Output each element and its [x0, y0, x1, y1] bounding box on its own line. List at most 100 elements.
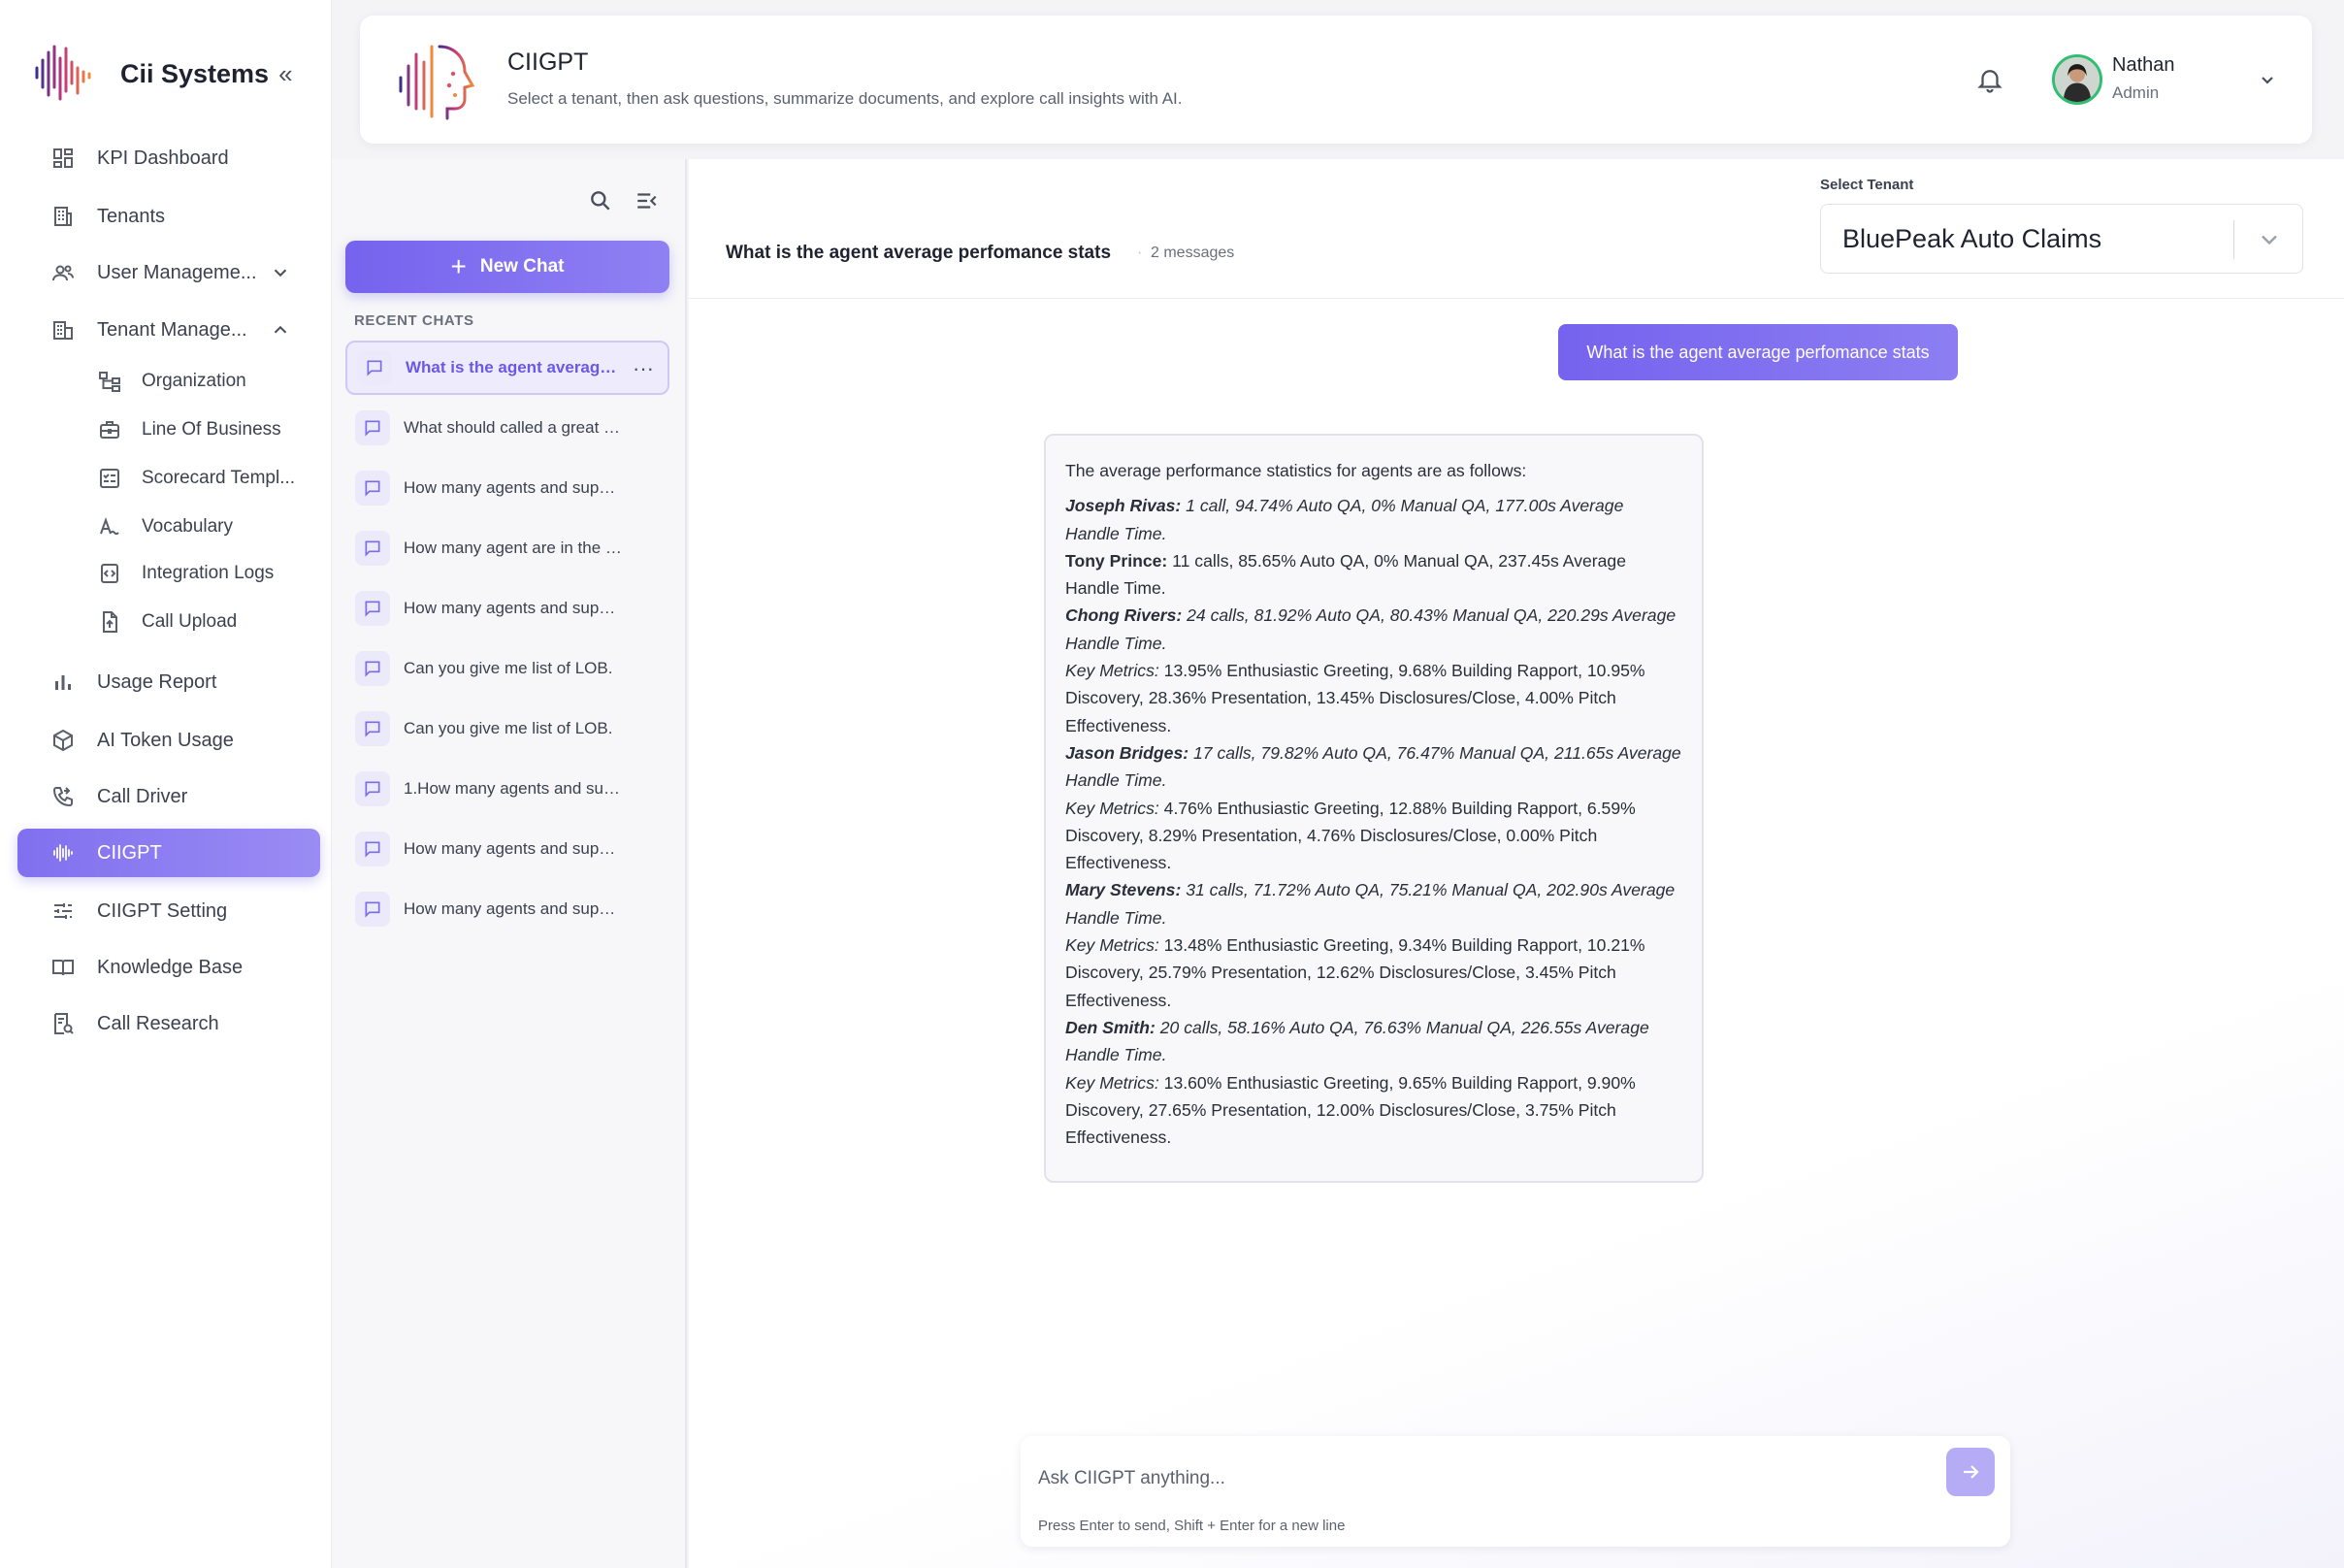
metrics-label: Key Metrics: — [1065, 798, 1159, 818]
agent-stats-line: Mary Stevens: 31 calls, 71.72% Auto QA, … — [1065, 876, 1682, 931]
scorecard-icon — [97, 466, 122, 491]
user-message-bubble: What is the agent average perfomance sta… — [1558, 324, 1958, 380]
cube-icon — [50, 728, 76, 753]
org-chart-icon — [97, 369, 122, 394]
nav-item-tenant-management[interactable]: Tenant Manage... — [17, 306, 320, 354]
nav-item-ai-token-usage[interactable]: AI Token Usage — [17, 716, 320, 765]
chat-bubble-icon — [355, 771, 390, 806]
nav-subitem-line-of-business[interactable]: Line Of Business — [17, 408, 320, 451]
conversation-area: What is the agent average perfomance sta… — [689, 159, 2344, 1568]
collapse-panel-icon[interactable] — [635, 188, 660, 213]
chevron-down-icon[interactable] — [270, 262, 291, 283]
chat-item[interactable]: How many agents and supervisors — [345, 581, 669, 636]
message-count: 2 messages — [1151, 245, 1235, 261]
chevron-down-icon[interactable] — [2256, 226, 2283, 253]
chat-title: What is the agent average perfomance sta… — [406, 358, 625, 376]
users-icon — [50, 260, 76, 285]
agent-name: Joseph Rivas: — [1065, 496, 1182, 516]
nav-item-usage-report[interactable]: Usage Report — [17, 658, 320, 706]
nav-item-call-research[interactable]: Call Research — [17, 999, 320, 1048]
nav-label: Call Research — [97, 1012, 219, 1034]
nav-item-kpi-dashboard[interactable]: KPI Dashboard — [17, 134, 320, 182]
page-subtitle: Select a tenant, then ask questions, sum… — [507, 89, 1183, 108]
chat-title: Can you give me list of LOB. — [404, 659, 613, 677]
chat-bubble-icon — [355, 711, 390, 746]
user-name: Nathan — [2112, 54, 2175, 76]
nav-label: CIIGPT Setting — [97, 899, 228, 922]
chat-bubble-icon — [357, 350, 392, 385]
chat-history-panel: + New Chat RECENT CHATS What is the agen… — [332, 159, 687, 1568]
conversation-header: What is the agent average perfomance sta… — [689, 159, 2344, 299]
arrow-right-icon — [1964, 1465, 1979, 1479]
tenant-select[interactable]: BluePeak Auto Claims — [1820, 204, 2303, 274]
metrics-label: Key Metrics: — [1065, 935, 1159, 956]
nav-label: Knowledge Base — [97, 956, 244, 978]
chat-bubble-icon — [355, 832, 390, 866]
tenant-icon — [50, 317, 76, 343]
chat-bubble-icon — [355, 531, 390, 566]
brand-name: Cii Systems — [120, 58, 270, 88]
nav-subitem-vocabulary[interactable]: Vocabulary — [17, 506, 320, 548]
message-input[interactable] — [1038, 1459, 1911, 1498]
nav-subitem-scorecard-template[interactable]: Scorecard Templ... — [17, 457, 320, 500]
chat-item[interactable]: Can you give me list of LOB. — [345, 702, 669, 756]
send-button[interactable] — [1946, 1448, 1995, 1496]
agent-metrics-line: Key Metrics: 13.95% Enthusiastic Greetin… — [1065, 657, 1682, 739]
agent-stats-line: Chong Rivers: 24 calls, 81.92% Auto QA, … — [1065, 602, 1682, 657]
nav-subitem-call-upload[interactable]: Call Upload — [17, 601, 320, 643]
nav-label: User Manageme... — [97, 261, 257, 283]
research-icon — [50, 1011, 76, 1036]
nav-item-ciigpt-setting[interactable]: CIIGPT Setting — [17, 887, 320, 935]
code-log-icon — [97, 561, 122, 586]
agent-metrics-line: Key Metrics: 13.60% Enthusiastic Greetin… — [1065, 1069, 1682, 1152]
vocabulary-icon — [97, 514, 122, 539]
building-icon — [50, 204, 76, 229]
nav-item-call-driver[interactable]: Call Driver — [17, 772, 320, 821]
chat-title: How many agents and supervisors — [404, 478, 623, 497]
nav-label: Usage Report — [97, 670, 217, 693]
nav-item-ciigpt[interactable]: CIIGPT — [17, 829, 320, 877]
chat-title: Can you give me list of LOB. — [404, 719, 613, 737]
chat-item[interactable]: How many agent are in the tenant — [345, 521, 669, 575]
bar-chart-icon — [50, 670, 76, 695]
phone-icon — [50, 784, 76, 809]
nav-label: Integration Logs — [142, 563, 275, 583]
chat-item[interactable]: How many agents and supervisors — [345, 461, 669, 515]
more-options-icon[interactable]: ··· — [633, 356, 654, 381]
chat-title: How many agents and supervisors — [404, 899, 623, 918]
chat-item[interactable]: How many agents and supervisors — [345, 822, 669, 876]
conversation-title: What is the agent average perfomance sta… — [726, 243, 1112, 263]
nav-item-user-management[interactable]: User Manageme... — [17, 248, 320, 297]
separator-dot: · — [1137, 245, 1143, 261]
nav-item-knowledge-base[interactable]: Knowledge Base — [17, 943, 320, 992]
nav-label: AI Token Usage — [97, 729, 234, 751]
nav-label: Tenants — [97, 205, 166, 227]
chat-item[interactable]: Can you give me list of LOB. — [345, 641, 669, 696]
user-menu-chevron-down-icon[interactable] — [2256, 68, 2279, 91]
agent-name: Chong Rivers: — [1065, 605, 1183, 626]
notification-bell-icon[interactable] — [1975, 64, 2004, 95]
chat-bubble-icon — [355, 651, 390, 686]
nav-subitem-integration-logs[interactable]: Integration Logs — [17, 552, 320, 595]
nav-label: Call Driver — [97, 785, 188, 807]
agent-name: Mary Stevens: — [1065, 880, 1182, 900]
search-chats-icon[interactable] — [588, 188, 613, 213]
chat-item[interactable]: What should called a great call — [345, 401, 669, 455]
dashboard-icon — [50, 146, 76, 171]
chat-title: How many agents and supervisors — [404, 599, 623, 617]
chat-item[interactable]: What is the agent average perfomance sta… — [345, 341, 669, 395]
tenant-select-label: Select Tenant — [1820, 177, 1914, 193]
nav-item-tenants[interactable]: Tenants — [17, 192, 320, 241]
chevron-up-icon[interactable] — [270, 319, 291, 341]
agent-name: Jason Bridges: — [1065, 742, 1189, 763]
new-chat-button[interactable]: + New Chat — [345, 241, 669, 293]
collapse-sidebar-icon[interactable]: « — [278, 59, 292, 89]
chat-item[interactable]: How many agents and supervisors — [345, 882, 669, 936]
chat-item[interactable]: 1.How many agents and supervisors — [345, 762, 669, 816]
select-divider — [2233, 220, 2234, 259]
agent-stats-line: Den Smith: 20 calls, 58.16% Auto QA, 76.… — [1065, 1014, 1682, 1069]
nav-subitem-organization[interactable]: Organization — [17, 360, 320, 403]
avatar[interactable] — [2052, 54, 2102, 105]
nav-label: Scorecard Templ... — [142, 468, 296, 488]
ai-response-bubble: The average performance statistics for a… — [1044, 434, 1704, 1183]
